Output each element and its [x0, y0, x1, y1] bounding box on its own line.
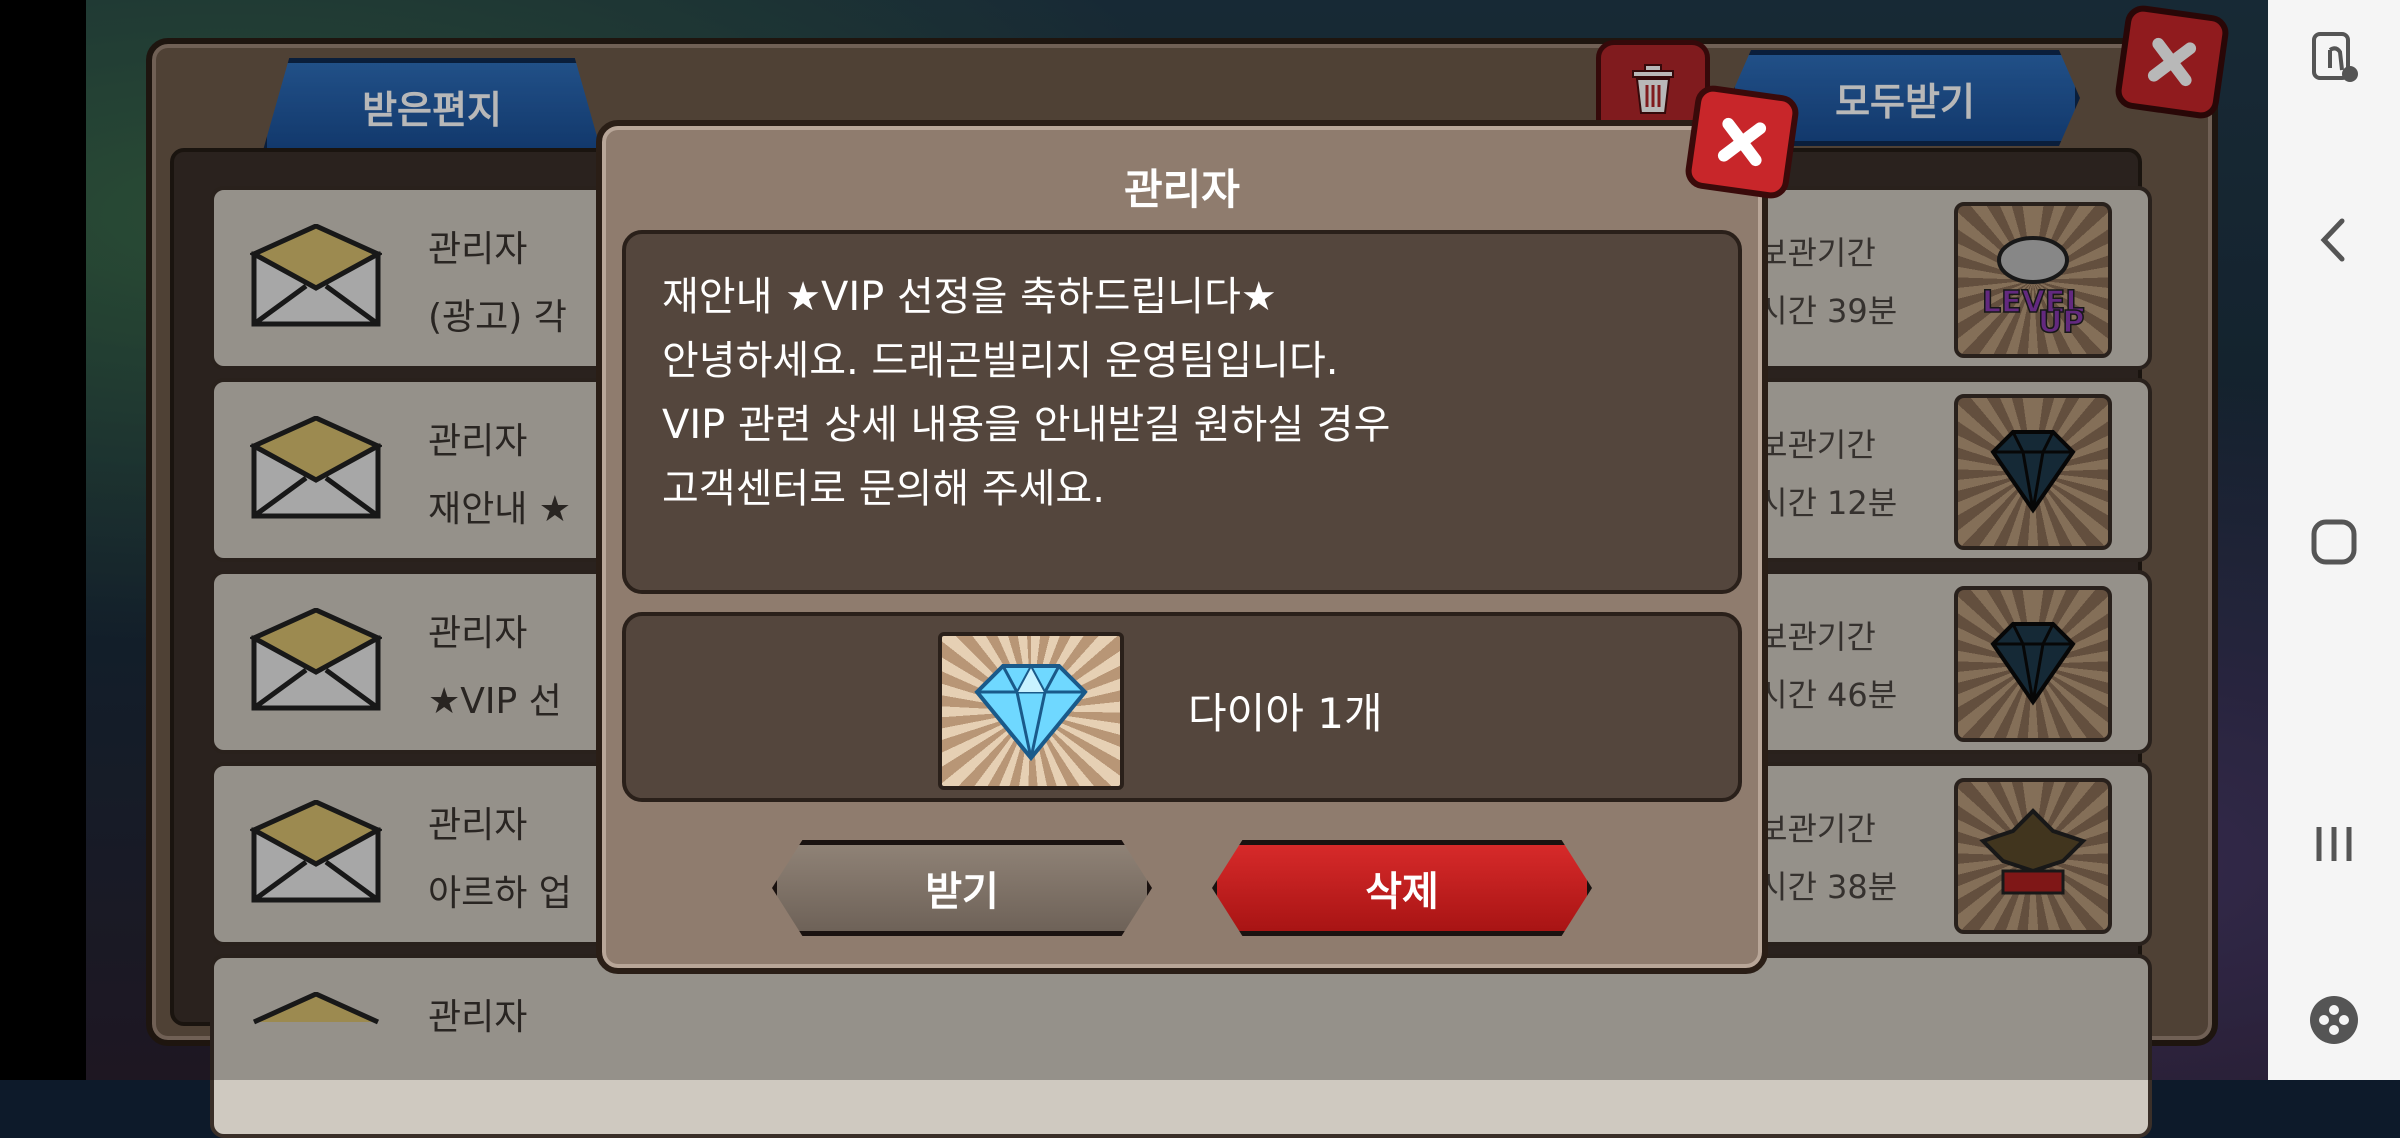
diamond-icon — [974, 663, 1088, 762]
home-icon[interactable] — [2304, 512, 2364, 572]
back-icon[interactable] — [2304, 210, 2364, 270]
touch-lock-icon[interactable] — [2304, 28, 2364, 88]
reward-label: 다이아 1개 — [1188, 689, 1383, 738]
message-line: 안녕하세요. 드래곤빌리지 운영팀입니다. — [662, 338, 1339, 384]
delete-button[interactable]: 삭제 — [1212, 840, 1592, 936]
recent-apps-icon[interactable] — [2304, 814, 2364, 874]
dialog-title: 관리자 — [1124, 165, 1240, 214]
dialog-close-button[interactable] — [1683, 83, 1801, 201]
message-line: VIP 관련 상세 내용을 안내받길 원하실 경우 — [662, 402, 1391, 448]
message-body: 재안내 ★VIP 선정을 축하드립니다★ 안녕하세요. 드래곤빌리지 운영팀입니… — [622, 230, 1742, 594]
message-line: 고객센터로 문의해 주세요. — [662, 466, 1105, 512]
message-line: 재안내 ★VIP 선정을 축하드립니다★ — [662, 274, 1277, 320]
reward-item-slot — [938, 632, 1124, 790]
game-tools-icon[interactable] — [2304, 990, 2364, 1050]
receive-button[interactable]: 받기 — [772, 840, 1152, 936]
close-icon — [1717, 117, 1767, 167]
system-nav-bar — [2268, 0, 2400, 1080]
mail-detail-dialog: 관리자 재안내 ★VIP 선정을 축하드립니다★ 안녕하세요. 드래곤빌리지 운… — [596, 83, 1801, 974]
reward-box: 다이아 1개 — [622, 612, 1742, 802]
